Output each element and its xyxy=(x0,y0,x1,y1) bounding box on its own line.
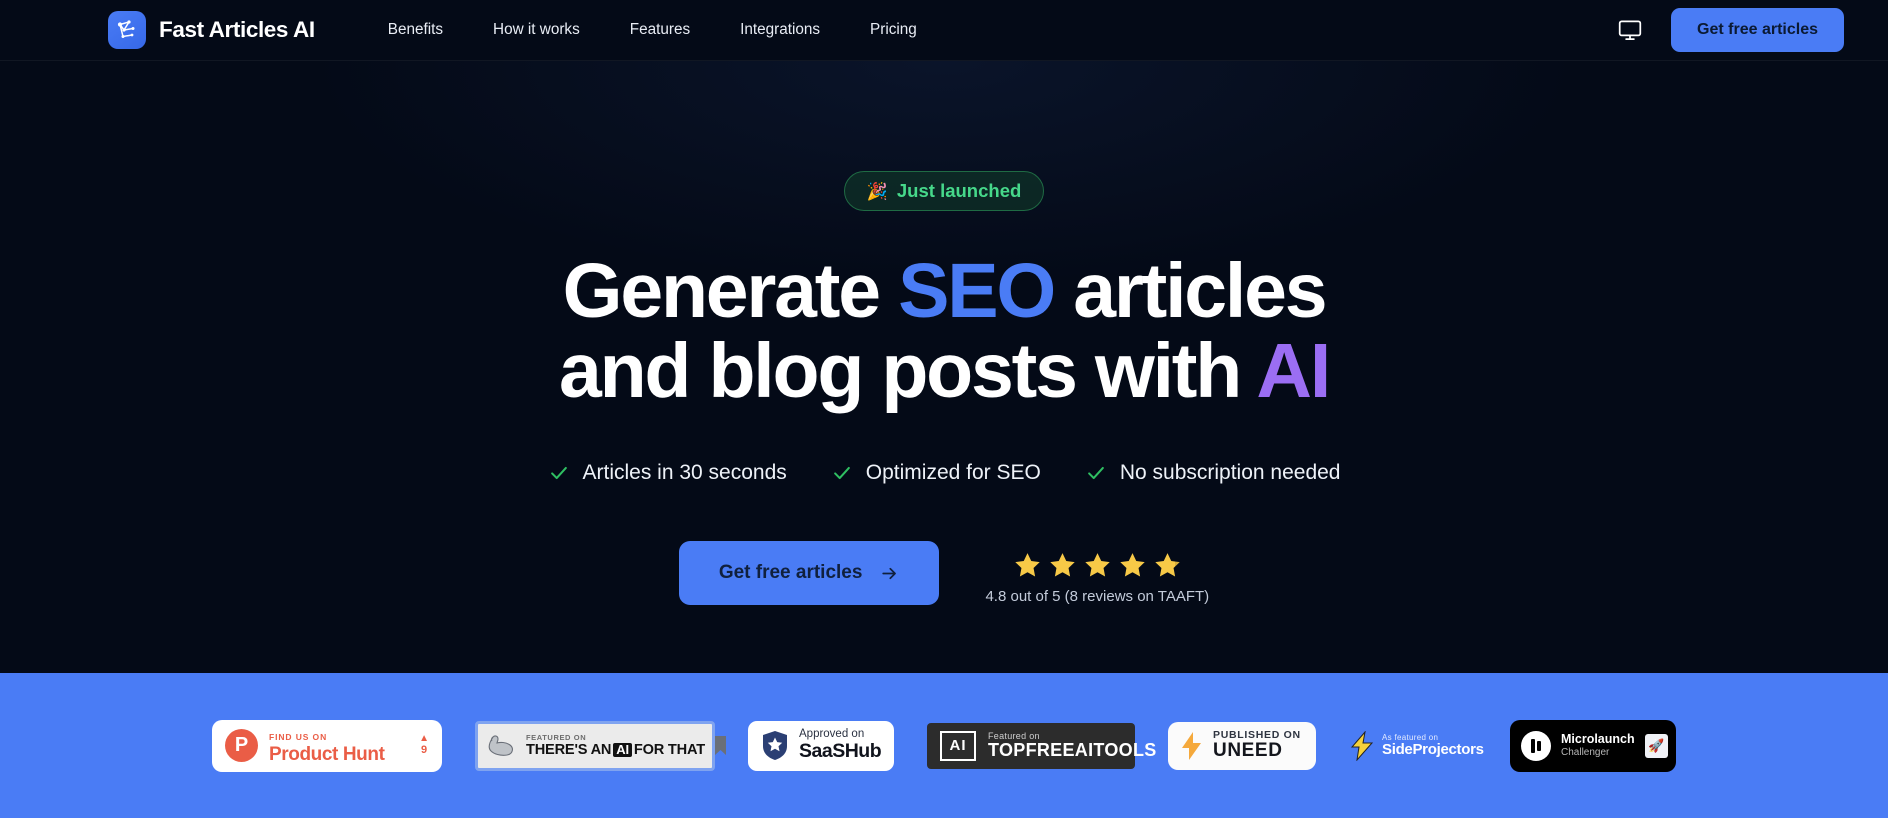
star-icon xyxy=(1048,551,1077,580)
feature-label: Articles in 30 seconds xyxy=(582,461,787,485)
feature-label: Optimized for SEO xyxy=(865,461,1041,485)
saashub-badge[interactable]: Approved on SaaSHub xyxy=(748,720,894,771)
feature-item: Articles in 30 seconds xyxy=(548,461,787,485)
feature-item: Optimized for SEO xyxy=(831,461,1041,485)
product-hunt-vote-count: ▲ 9 xyxy=(419,732,429,757)
lightning-bolt-icon xyxy=(1349,729,1375,762)
microlaunch-subtitle: Challenger xyxy=(1561,747,1610,758)
nav-link-how-it-works[interactable]: How it works xyxy=(468,13,605,47)
nav-link-pricing[interactable]: Pricing xyxy=(845,13,942,47)
ai-box-icon: AI xyxy=(940,730,976,761)
top-navigation-bar: Fast Articles AI Benefits How it works F… xyxy=(0,0,1888,61)
microlaunch-logo-icon xyxy=(1521,730,1551,761)
taaft-title-after: FOR THAT xyxy=(633,741,705,758)
product-hunt-badge[interactable]: P FIND US ON Product Hunt ▲ 9 xyxy=(212,719,442,772)
headline-seo-highlight: SEO xyxy=(898,248,1056,334)
bookmark-icon xyxy=(714,735,727,756)
nav-link-benefits[interactable]: Benefits xyxy=(363,13,468,47)
lightning-bolt-icon xyxy=(1180,731,1203,761)
just-launched-badge: 🎉 Just launched xyxy=(843,171,1045,211)
upvote-triangle-icon: ▲ xyxy=(419,732,429,744)
cta-row: Get free articles 4.8 out of 5 (8 review… xyxy=(678,541,1209,606)
flexed-arm-icon xyxy=(487,733,517,759)
hero-get-free-articles-button[interactable]: Get free articles xyxy=(678,541,940,606)
brand-logo[interactable]: Fast Articles AI xyxy=(108,11,315,49)
featured-badges-strip: P FIND US ON Product Hunt ▲ 9 FEATURED O… xyxy=(0,673,1888,818)
page-title: Generate SEO articles and blog posts wit… xyxy=(558,248,1331,415)
rating-text: 4.8 out of 5 (8 reviews on TAAFT) xyxy=(985,588,1210,606)
hero-section: 🎉 Just launched Generate SEO articles an… xyxy=(0,61,1888,661)
nav-get-free-articles-button[interactable]: Get free articles xyxy=(1671,8,1844,52)
arrow-right-icon xyxy=(880,564,899,583)
feature-list: Articles in 30 seconds Optimized for SEO… xyxy=(548,461,1341,485)
hero-cta-label: Get free articles xyxy=(718,562,863,584)
just-launched-label: Just launched xyxy=(896,180,1022,201)
taaft-title-before: THERE'S AN xyxy=(526,741,612,758)
landing-page: Fast Articles AI Benefits How it works F… xyxy=(0,0,1888,818)
product-hunt-title: Product Hunt xyxy=(269,743,385,765)
taaft-subtitle: FEATURED ON xyxy=(526,732,587,742)
product-hunt-subtitle: FIND US ON xyxy=(269,731,328,742)
party-popper-icon: 🎉 xyxy=(866,181,888,201)
microlaunch-title: Microlaunch xyxy=(1561,732,1635,746)
headline-line1-part2: articles xyxy=(1054,248,1327,334)
star-icon-partial xyxy=(1153,551,1182,580)
feature-label: No subscription needed xyxy=(1119,461,1341,485)
nav-right-actions: Get free articles xyxy=(1617,8,1844,52)
headline-line2-part1: and blog posts with xyxy=(558,328,1257,415)
brand-name: Fast Articles AI xyxy=(159,17,315,42)
sideprojectors-badge[interactable]: As featured on SideProjectors xyxy=(1349,729,1484,762)
taaft-ai-chip: AI xyxy=(613,742,632,758)
uneed-badge[interactable]: PUBLISHED ON UNEED xyxy=(1168,721,1316,770)
vote-number: 9 xyxy=(420,743,428,756)
monitor-icon[interactable] xyxy=(1617,17,1643,43)
headline-ai-highlight: AI xyxy=(1256,328,1331,415)
rocket-award-icon: 🚀 xyxy=(1644,733,1668,758)
microlaunch-badge[interactable]: Microlaunch Challenger 🚀 xyxy=(1510,719,1676,772)
topfreeaitools-title: TOPFREEAITOOLS xyxy=(988,739,1157,760)
sideprojectors-title: SideProjectors xyxy=(1382,740,1484,758)
check-icon xyxy=(548,462,570,484)
star-icon xyxy=(1013,551,1042,580)
nav-link-features[interactable]: Features xyxy=(605,13,715,47)
saashub-title: SaaSHub xyxy=(799,740,882,763)
nav-links: Benefits How it works Features Integrati… xyxy=(363,13,942,47)
topfreeaitools-badge[interactable]: AI Featured on TOPFREEAITOOLS xyxy=(927,722,1156,769)
network-share-icon xyxy=(108,11,146,49)
rating-block: 4.8 out of 5 (8 reviews on TAAFT) xyxy=(985,541,1209,605)
star-icon xyxy=(1118,551,1147,580)
feature-item: No subscription needed xyxy=(1085,461,1341,485)
uneed-title: UNEED xyxy=(1213,740,1283,762)
product-hunt-logo-icon: P xyxy=(225,729,258,762)
star-rating xyxy=(1013,551,1182,580)
star-icon xyxy=(1083,551,1112,580)
check-icon xyxy=(1085,462,1107,484)
check-icon xyxy=(831,462,853,484)
theres-an-ai-for-that-badge[interactable]: FEATURED ON THERE'S AN AI FOR THAT xyxy=(475,720,726,771)
headline-line1-part1: Generate xyxy=(562,248,899,334)
nav-link-integrations[interactable]: Integrations xyxy=(715,13,845,47)
shield-star-icon xyxy=(761,730,789,761)
